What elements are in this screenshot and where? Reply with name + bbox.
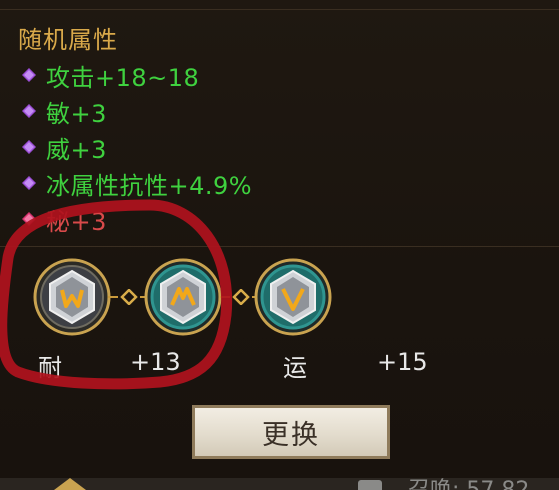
rune-gem-icon[interactable]: [144, 258, 222, 336]
attribute-row: 攻击+18~18: [22, 58, 442, 92]
attribute-text: 攻击+18~18: [46, 63, 200, 92]
summon-readout: 召唤: 57.82: [408, 478, 529, 490]
change-button[interactable]: 更换: [192, 405, 390, 459]
attribute-text: 威+3: [46, 135, 107, 164]
pink-diamond-bullet-icon: [22, 212, 36, 226]
top-divider: [0, 9, 559, 10]
stat-name: 运: [283, 354, 307, 382]
attribute-row: 威+3: [22, 130, 442, 164]
section-title: 随机属性: [18, 26, 118, 54]
purple-diamond-bullet-icon: [22, 104, 36, 118]
rune-gem-icon[interactable]: [254, 258, 332, 336]
bottom-hud-bar: 召唤: 57.82: [0, 478, 559, 490]
stat-value: +13: [130, 348, 181, 376]
attribute-row: 敏+3: [22, 94, 442, 128]
stat-name: 耐: [38, 354, 62, 382]
section-divider: [0, 246, 559, 247]
purple-diamond-bullet-icon: [22, 176, 36, 190]
attribute-text: 秘+3: [46, 207, 107, 236]
rune-gem-icon[interactable]: [33, 258, 111, 336]
attribute-row: 秘+3: [22, 202, 442, 236]
attribute-text: 冰属性抗性+4.9%: [46, 171, 253, 200]
stat-value: +15: [377, 348, 428, 376]
attribute-panel: 随机属性 攻击+18~18 敏+3 威+3 冰属性抗性+4.9% 秘+3 耐 +…: [0, 0, 559, 478]
hud-icon: [54, 478, 86, 490]
attribute-text: 敏+3: [46, 99, 107, 128]
summon-icon: [358, 480, 382, 490]
purple-diamond-bullet-icon: [22, 68, 36, 82]
attribute-row: 冰属性抗性+4.9%: [22, 166, 442, 200]
purple-diamond-bullet-icon: [22, 140, 36, 154]
